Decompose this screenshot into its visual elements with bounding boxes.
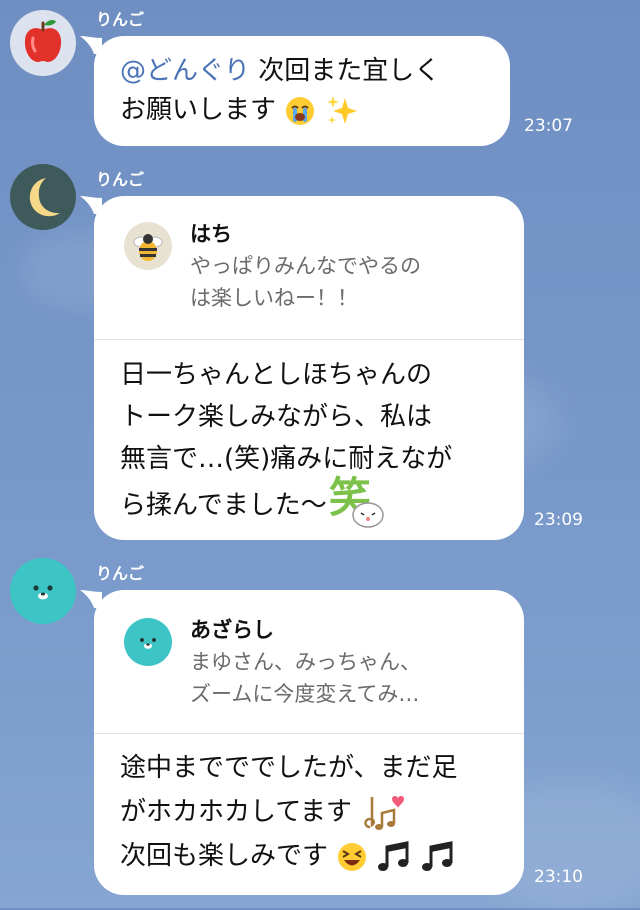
apple-icon: [24, 20, 62, 62]
message-line: 無言で…(笑)痛みに耐えなが: [120, 444, 453, 474]
quote-divider: [94, 733, 524, 734]
message-line: 次回また宜しく: [250, 56, 441, 86]
sender-name: りんご: [96, 170, 145, 189]
moon-icon: [29, 178, 60, 217]
message-text: 日一ちゃんとしほちゃんの トーク楽しみながら、私は 無言で…(笑)痛みに耐えなが…: [120, 354, 452, 532]
message-bubble[interactable]: @どんぐり 次回また宜しく お願いします: [94, 36, 510, 146]
message-line: 日一ちゃんとしほちゃんの: [120, 360, 433, 390]
message-line: がホカホカしてます: [120, 797, 352, 827]
quote-divider: [94, 339, 524, 340]
sender-avatar[interactable]: [10, 164, 76, 230]
sender-avatar[interactable]: [10, 10, 76, 76]
seal-icon: [33, 585, 53, 600]
quote-avatar: [124, 222, 172, 270]
grinning-squint-icon: [338, 842, 367, 871]
laugh-sticker-icon: 笑: [329, 474, 387, 532]
sender-name: りんご: [96, 10, 145, 29]
message-time: 23:09: [534, 510, 583, 530]
quote-line: やっぱりみんなでやるの: [190, 254, 421, 278]
quote-sender-name: あざらし: [190, 618, 274, 642]
message-text: 途中までででしたが、まだ足 がホカホカしてます 次回も楽しみです: [120, 746, 457, 878]
sparkles-icon: [326, 95, 357, 124]
message-text: @どんぐり 次回また宜しく お願いします: [120, 52, 440, 130]
quote-line: は楽しいねー！！: [190, 286, 358, 310]
message-line: トーク楽しみながら、私は: [120, 402, 433, 432]
quote-text: まゆさん、みっちゃん、 ズームに今度変えてみ…: [190, 646, 421, 710]
quote-avatar: [124, 618, 172, 666]
mention-link[interactable]: @どんぐり: [120, 56, 250, 86]
message-time: 23:07: [524, 116, 573, 136]
quote-text: やっぱりみんなでやるの は楽しいねー！！: [190, 250, 421, 314]
music-notes-icon: [421, 840, 453, 871]
sender-name: りんご: [96, 564, 145, 583]
bee-icon: [133, 234, 163, 261]
crying-face-icon: [286, 96, 315, 125]
sender-avatar[interactable]: [10, 558, 76, 624]
message-time: 23:10: [534, 867, 583, 887]
message-bubble[interactable]: はち やっぱりみんなでやるの は楽しいねー！！ 日一ちゃんとしほちゃんの トーク…: [94, 196, 524, 540]
quote-line: まゆさん、みっちゃん、: [190, 650, 421, 674]
message-line: ら揉んでました〜: [120, 490, 327, 521]
message-bubble[interactable]: あざらし まゆさん、みっちゃん、 ズームに今度変えてみ… 途中までででしたが、ま…: [94, 590, 524, 895]
quote-sender-name: はち: [190, 222, 232, 246]
message-line: 途中までででしたが、まだ足: [120, 753, 458, 783]
music-heart-icon: [364, 795, 405, 830]
message-line: 次回も楽しみです: [120, 841, 329, 871]
seal-icon: [140, 638, 156, 649]
music-notes-icon: [377, 840, 409, 871]
message-line: お願いします: [120, 95, 277, 125]
quote-line: ズームに今度変えてみ…: [190, 682, 420, 706]
